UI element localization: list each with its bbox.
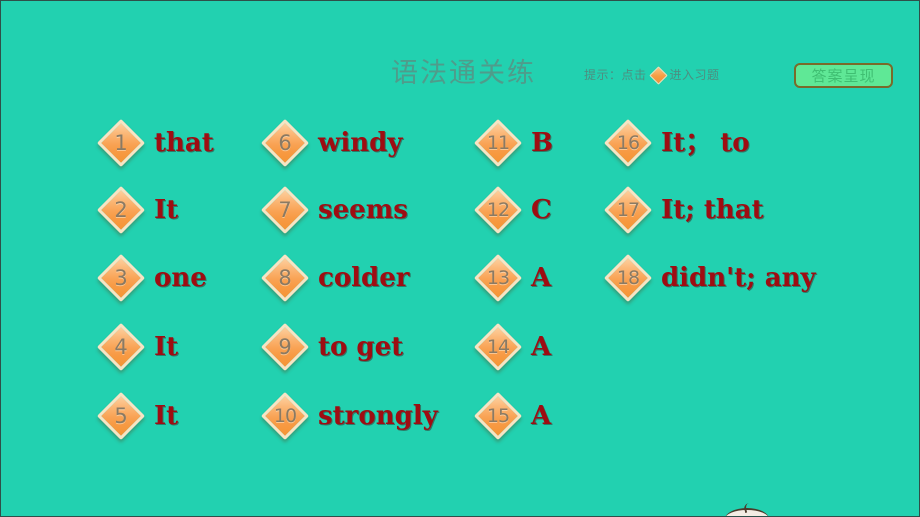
answer-text: didn't; any <box>661 263 816 293</box>
answer-item: 1 that <box>96 112 214 174</box>
answer-item: 4 It <box>96 316 179 378</box>
diamond-icon <box>260 185 310 235</box>
diamond-icon <box>603 185 653 235</box>
answer-text: A <box>531 401 552 431</box>
answer-text: C <box>531 195 552 225</box>
diamond-icon <box>603 118 653 168</box>
answer-text: one <box>154 263 207 293</box>
hint-suffix-label: 进入习题 <box>669 68 720 82</box>
answer-item: 14 A <box>473 316 552 378</box>
diamond-icon <box>260 118 310 168</box>
answer-item: 3 one <box>96 247 207 309</box>
bottom-decoration <box>725 508 769 516</box>
answer-item: 18 didn't; any <box>603 247 816 309</box>
answer-reveal-button[interactable]: 答案呈现 <box>794 63 893 88</box>
question-diamond-8[interactable]: 8 <box>260 253 310 303</box>
answer-item: 10 strongly <box>260 385 438 447</box>
diamond-icon <box>473 185 523 235</box>
answer-item: 12 C <box>473 179 552 241</box>
diamond-icon <box>473 391 523 441</box>
answer-item: 5 It <box>96 385 179 447</box>
answer-text: colder <box>318 263 410 293</box>
question-diamond-4[interactable]: 4 <box>96 322 146 372</box>
slide-header: 语法通关练 提示：点击 进入习题 答案呈现 <box>1 57 919 101</box>
diamond-icon <box>96 322 146 372</box>
question-diamond-17[interactable]: 17 <box>603 185 653 235</box>
answer-text: seems <box>318 195 408 225</box>
question-diamond-9[interactable]: 9 <box>260 322 310 372</box>
diamond-icon <box>96 391 146 441</box>
diamond-icon <box>260 253 310 303</box>
answer-item: 17 It; that <box>603 179 764 241</box>
hint-banner: 提示：点击 进入习题 <box>584 65 720 85</box>
question-diamond-2[interactable]: 2 <box>96 185 146 235</box>
answer-item: 15 A <box>473 385 552 447</box>
answer-text: It； to <box>661 128 750 158</box>
slide-canvas: 语法通关练 提示：点击 进入习题 答案呈现 1 that 2 It 3 one … <box>0 0 920 517</box>
diamond-icon <box>648 65 668 85</box>
answer-item: 2 It <box>96 179 179 241</box>
answer-text: to get <box>318 332 404 362</box>
question-diamond-14[interactable]: 14 <box>473 322 523 372</box>
page-title: 语法通关练 <box>391 58 536 89</box>
answer-item: 16 It； to <box>603 112 750 174</box>
question-diamond-16[interactable]: 16 <box>603 118 653 168</box>
diamond-icon <box>260 391 310 441</box>
answer-reveal-label: 答案呈现 <box>811 66 876 85</box>
answer-text: strongly <box>318 401 438 431</box>
answer-text: It; that <box>661 195 764 225</box>
answer-text: that <box>154 128 214 158</box>
question-diamond-13[interactable]: 13 <box>473 253 523 303</box>
question-diamond-3[interactable]: 3 <box>96 253 146 303</box>
answer-text: B <box>531 128 553 158</box>
question-diamond-1[interactable]: 1 <box>96 118 146 168</box>
diamond-icon <box>603 253 653 303</box>
diamond-icon <box>260 322 310 372</box>
answer-item: 7 seems <box>260 179 408 241</box>
answer-text: It <box>154 195 179 225</box>
diamond-icon <box>96 185 146 235</box>
question-diamond-11[interactable]: 11 <box>473 118 523 168</box>
diamond-icon <box>96 118 146 168</box>
question-diamond-12[interactable]: 12 <box>473 185 523 235</box>
answer-text: It <box>154 332 179 362</box>
hint-prefix-label: 提示：点击 <box>584 68 647 82</box>
answer-grid: 1 that 2 It 3 one 4 It 5 It 6 windy 7 se… <box>1 112 919 462</box>
question-diamond-15[interactable]: 15 <box>473 391 523 441</box>
answer-text: windy <box>318 128 403 158</box>
answer-text: A <box>531 263 552 293</box>
question-diamond-7[interactable]: 7 <box>260 185 310 235</box>
question-diamond-6[interactable]: 6 <box>260 118 310 168</box>
answer-item: 9 to get <box>260 316 404 378</box>
answer-text: A <box>531 332 552 362</box>
diamond-icon <box>473 322 523 372</box>
answer-item: 6 windy <box>260 112 403 174</box>
question-diamond-10[interactable]: 10 <box>260 391 310 441</box>
diamond-icon <box>473 118 523 168</box>
answer-text: It <box>154 401 179 431</box>
answer-item: 11 B <box>473 112 553 174</box>
diamond-icon <box>96 253 146 303</box>
question-diamond-5[interactable]: 5 <box>96 391 146 441</box>
question-diamond-18[interactable]: 18 <box>603 253 653 303</box>
answer-item: 8 colder <box>260 247 410 309</box>
diamond-icon <box>473 253 523 303</box>
answer-item: 13 A <box>473 247 552 309</box>
